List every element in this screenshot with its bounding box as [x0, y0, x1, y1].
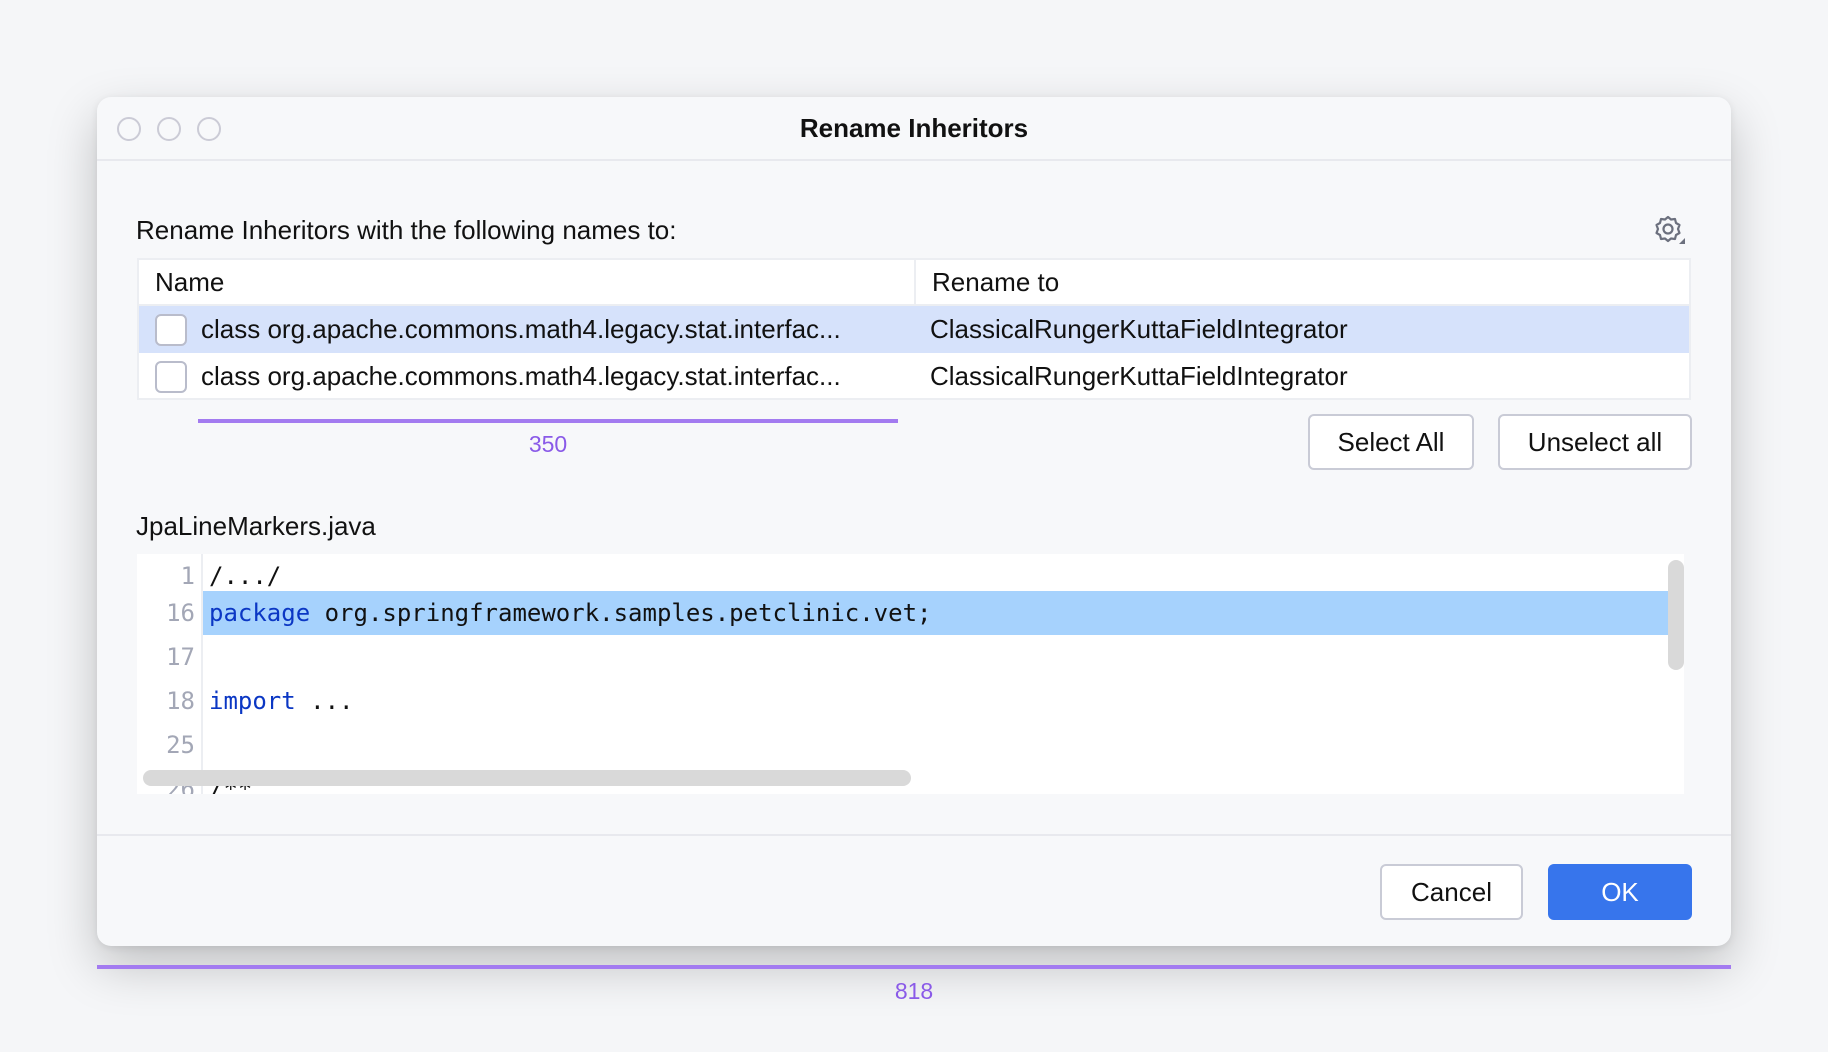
line-number: 25	[166, 731, 195, 759]
column-header-rename-to[interactable]: Rename to	[914, 260, 1689, 304]
vertical-scrollbar[interactable]	[1668, 560, 1684, 670]
table-header: Name Rename to	[139, 260, 1689, 306]
unselect-all-button[interactable]: Unselect all	[1498, 414, 1692, 470]
column-width-measure-line	[198, 419, 898, 423]
code-line: 17	[137, 635, 1684, 679]
cancel-button[interactable]: Cancel	[1380, 864, 1523, 920]
column-width-measure-label: 350	[528, 431, 568, 457]
table-row[interactable]: class org.apache.commons.math4.legacy.st…	[139, 306, 1689, 353]
rename-to-cell[interactable]: ClassicalRungerKuttaFieldIntegrator	[914, 306, 1689, 353]
footer-divider	[97, 834, 1731, 836]
rename-inheritors-dialog: Rename Inheritors Rename Inheritors with…	[97, 97, 1731, 946]
code-line: 18 import ...	[137, 679, 1684, 723]
code-line: 25	[137, 723, 1684, 767]
class-name: class org.apache.commons.math4.legacy.st…	[201, 314, 841, 344]
line-number: 18	[166, 687, 195, 715]
row-checkbox[interactable]	[155, 313, 187, 346]
name-cell: class org.apache.commons.math4.legacy.st…	[139, 306, 914, 353]
line-number: 17	[166, 643, 195, 671]
code-line-highlighted: 16 package org.springframework.samples.p…	[137, 591, 1684, 635]
settings-button[interactable]	[1650, 211, 1686, 247]
name-cell: class org.apache.commons.math4.legacy.st…	[139, 353, 914, 400]
code-text: ...	[295, 687, 354, 715]
gear-icon	[1655, 215, 1685, 244]
select-all-button[interactable]: Select All	[1308, 414, 1474, 470]
code-text: org.springframework.samples.petclinic.ve…	[310, 599, 932, 627]
line-number: 1	[180, 562, 195, 590]
dialog-width-measure-line	[97, 965, 1731, 969]
section-label: Rename Inheritors with the following nam…	[136, 215, 677, 245]
inheritors-table: Name Rename to class org.apache.commons.…	[137, 258, 1691, 400]
code-preview[interactable]: 1 /.../ 16 package org.springframework.s…	[137, 554, 1684, 794]
code-keyword: package	[209, 599, 311, 627]
ok-button[interactable]: OK	[1548, 864, 1692, 920]
dialog-width-measure-label: 818	[894, 978, 934, 1004]
column-header-name[interactable]: Name	[139, 260, 914, 304]
preview-file-name: JpaLineMarkers.java	[136, 511, 376, 541]
line-number: 16	[166, 599, 195, 627]
dialog-title: Rename Inheritors	[799, 113, 1029, 143]
horizontal-scrollbar[interactable]	[143, 770, 911, 786]
rename-to-cell[interactable]: ClassicalRungerKuttaFieldIntegrator	[914, 353, 1689, 400]
code-text: /.../	[209, 562, 282, 590]
row-checkbox[interactable]	[155, 360, 187, 393]
title-bar: Rename Inheritors	[97, 97, 1731, 161]
code-keyword: import	[209, 687, 296, 715]
table-row[interactable]: class org.apache.commons.math4.legacy.st…	[139, 353, 1689, 400]
class-name: class org.apache.commons.math4.legacy.st…	[201, 361, 841, 391]
